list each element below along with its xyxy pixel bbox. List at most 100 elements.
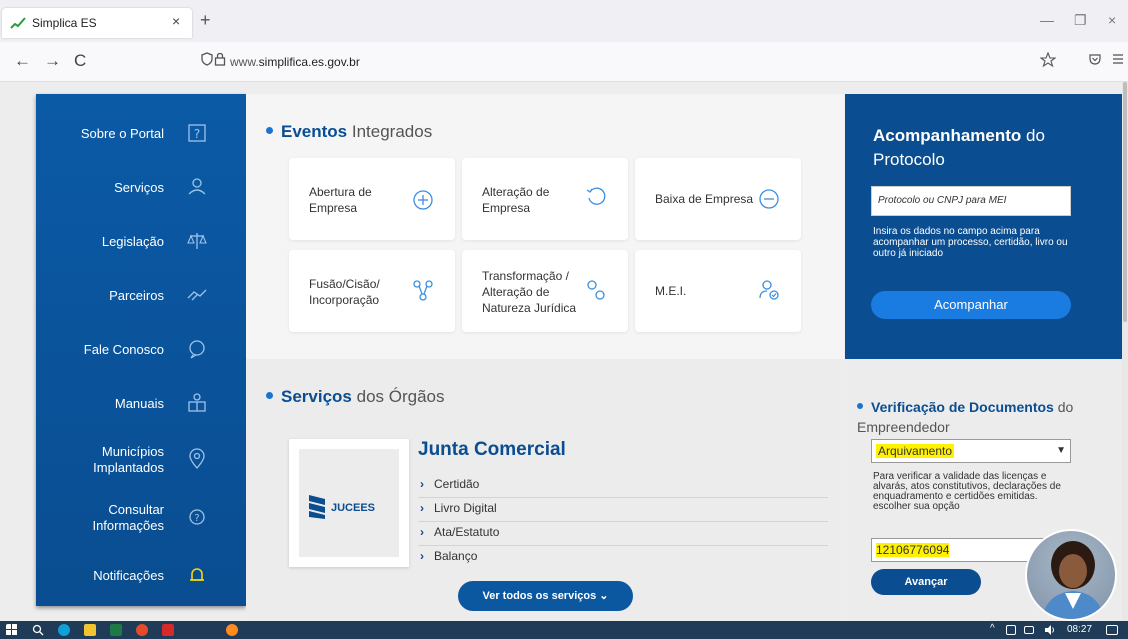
verificacao-title: Verificação de Documentos do Empreendedo…: [857, 399, 1074, 435]
tray-app-icon[interactable]: [1006, 625, 1016, 635]
card-mei[interactable]: M.E.I.: [635, 250, 801, 332]
favicon-icon: [10, 17, 26, 29]
jucees-logo: JUCEES: [309, 495, 375, 519]
acompanhamento-title: Acompanhamento do Protocolo: [873, 126, 1045, 169]
scales-icon: [187, 233, 207, 249]
chrome-icon[interactable]: [136, 624, 148, 636]
browser-navbar: ← → C www.simplifica.es.gov.br: [0, 42, 1128, 82]
transform-icon: [587, 280, 605, 300]
windows-start-icon[interactable]: [6, 624, 18, 636]
documento-select[interactable]: Arquivamento ▼: [871, 439, 1071, 463]
eventos-section: Eventos Integrados Abertura de Empresa Al…: [246, 94, 844, 359]
avancar-button[interactable]: Avançar: [871, 569, 981, 595]
minimize-button[interactable]: —: [1040, 12, 1054, 28]
protocolo-input[interactable]: Protocolo ou CNPJ para MEI: [871, 186, 1071, 216]
page-content: Sobre o Portal ? Serviços Legislação Par…: [0, 82, 1128, 621]
sidebar-item-servicos[interactable]: Serviços: [36, 168, 246, 208]
card-transformacao[interactable]: Transformação / Alteração de Natureza Jurí…: [462, 250, 628, 332]
location-icon: [189, 448, 205, 469]
notifications-icon[interactable]: [1106, 625, 1118, 635]
link-livro-digital[interactable]: › Livro Digital: [418, 498, 828, 522]
user-service-icon: [188, 178, 206, 195]
sidebar-item-municipios[interactable]: Municípios Implantados: [36, 440, 246, 480]
sidebar-item-manuais[interactable]: Manuais: [36, 384, 246, 424]
ver-todos-servicos-button[interactable]: Ver todos os serviços ⌄: [458, 581, 633, 611]
assistant-avatar[interactable]: [1025, 529, 1117, 621]
firefox-icon[interactable]: [226, 624, 238, 636]
sidebar-item-legislacao[interactable]: Legislação: [36, 222, 246, 262]
tab-title: Simplica ES: [32, 16, 97, 30]
url-bar[interactable]: www.simplifica.es.gov.br: [230, 55, 360, 69]
handshake-icon: [187, 289, 207, 301]
star-icon[interactable]: [1040, 52, 1056, 68]
scrollbar-thumb[interactable]: [1123, 82, 1127, 322]
chevron-down-icon: ⌄: [599, 590, 609, 602]
refresh-icon: [586, 187, 606, 205]
acrobat-icon[interactable]: [162, 624, 174, 636]
new-tab-button[interactable]: +: [200, 11, 211, 29]
tab-close-button[interactable]: ×: [172, 13, 180, 29]
acompanhamento-panel: Acompanhamento do Protocolo Protocolo ou…: [845, 94, 1125, 359]
volume-icon[interactable]: [1044, 624, 1056, 636]
sidebar-item-fale-conosco[interactable]: Fale Conosco: [36, 330, 246, 370]
sidebar-item-consultar[interactable]: Consultar Informações ?: [36, 498, 246, 538]
card-alteracao-empresa[interactable]: Alteração de Empresa: [462, 158, 628, 240]
browser-tab[interactable]: Simplica ES ×: [2, 8, 192, 38]
forward-button[interactable]: →: [44, 51, 61, 71]
sidebar-item-label: Legislação: [101, 234, 164, 249]
card-fusao-cisao[interactable]: Fusão/Cisão/Incorporação: [289, 250, 455, 332]
sidebar-item-label: Manuais: [114, 396, 164, 411]
sidebar-item-notificacoes[interactable]: Notificações: [36, 556, 246, 596]
page-scrollbar[interactable]: [1122, 82, 1128, 621]
card-baixa-empresa[interactable]: Baixa de Empresa: [635, 158, 801, 240]
card-abertura-empresa[interactable]: Abertura de Empresa: [289, 158, 455, 240]
windows-taskbar: ^ 08:27: [0, 621, 1128, 639]
link-balanco[interactable]: › Balanço: [418, 546, 828, 570]
close-window-button[interactable]: ×: [1108, 12, 1116, 28]
restore-button[interactable]: ❐: [1074, 12, 1087, 29]
lock-icon[interactable]: [214, 52, 226, 66]
sidebar-item-label: Sobre o Portal: [80, 126, 164, 141]
book-icon: [188, 393, 206, 412]
orgaos-section: Serviços dos Órgãos JUCEES Junta Comerci…: [246, 359, 844, 621]
pocket-icon[interactable]: [1088, 52, 1102, 66]
verificacao-panel: Verificação de Documentos do Empreendedo…: [845, 359, 1125, 621]
excel-icon[interactable]: [110, 624, 122, 636]
search-icon[interactable]: [32, 624, 44, 636]
reload-button[interactable]: C: [74, 51, 86, 71]
edge-icon[interactable]: [58, 624, 70, 636]
svg-text:?: ?: [194, 513, 199, 524]
bell-icon: [190, 568, 204, 581]
merge-icon: [413, 280, 433, 301]
chat-icon: [189, 340, 205, 359]
back-button[interactable]: ←: [14, 51, 31, 71]
assistant-avatar-image: [1041, 541, 1105, 619]
sidebar-item-label: Municípios Implantados: [93, 444, 164, 475]
acompanhar-button[interactable]: Acompanhar: [871, 291, 1071, 319]
plus-circle-icon: [413, 190, 433, 210]
link-certidao[interactable]: › Certidão: [418, 474, 828, 498]
orgaos-title: Serviços dos Órgãos: [266, 387, 445, 407]
taskbar-clock[interactable]: 08:27: [1067, 624, 1092, 635]
verificacao-help: Para verificar a validade das licenças e…: [873, 471, 1061, 512]
file-explorer-icon[interactable]: [84, 624, 96, 636]
sidebar-item-sobre[interactable]: Sobre o Portal ?: [36, 114, 246, 154]
sidebar-item-label: Fale Conosco: [83, 342, 164, 357]
hamburger-icon[interactable]: [1112, 52, 1124, 66]
sidebar-item-label: Parceiros: [109, 288, 164, 303]
junta-logo-card[interactable]: JUCEES: [289, 439, 409, 567]
link-ata-estatuto[interactable]: › Ata/Estatuto: [418, 522, 828, 546]
help-circle-icon: ?: [189, 509, 205, 525]
sidebar-item-parceiros[interactable]: Parceiros: [36, 276, 246, 316]
tray-chevron-icon[interactable]: ^: [990, 623, 995, 634]
network-icon[interactable]: [1024, 626, 1034, 634]
sidebar-item-label: Serviços: [114, 180, 164, 195]
svg-text:?: ?: [194, 127, 200, 141]
sidebar-item-label: Consultar Informações: [92, 502, 164, 533]
browser-tabbar: Simplica ES × + — ❐ ×: [0, 0, 1128, 42]
question-icon: ?: [188, 124, 206, 142]
minus-circle-icon: [759, 189, 779, 209]
sidebar-item-label: Notificações: [93, 568, 164, 583]
junta-comercial-title: Junta Comercial: [418, 439, 566, 460]
shield-icon[interactable]: [200, 52, 214, 66]
